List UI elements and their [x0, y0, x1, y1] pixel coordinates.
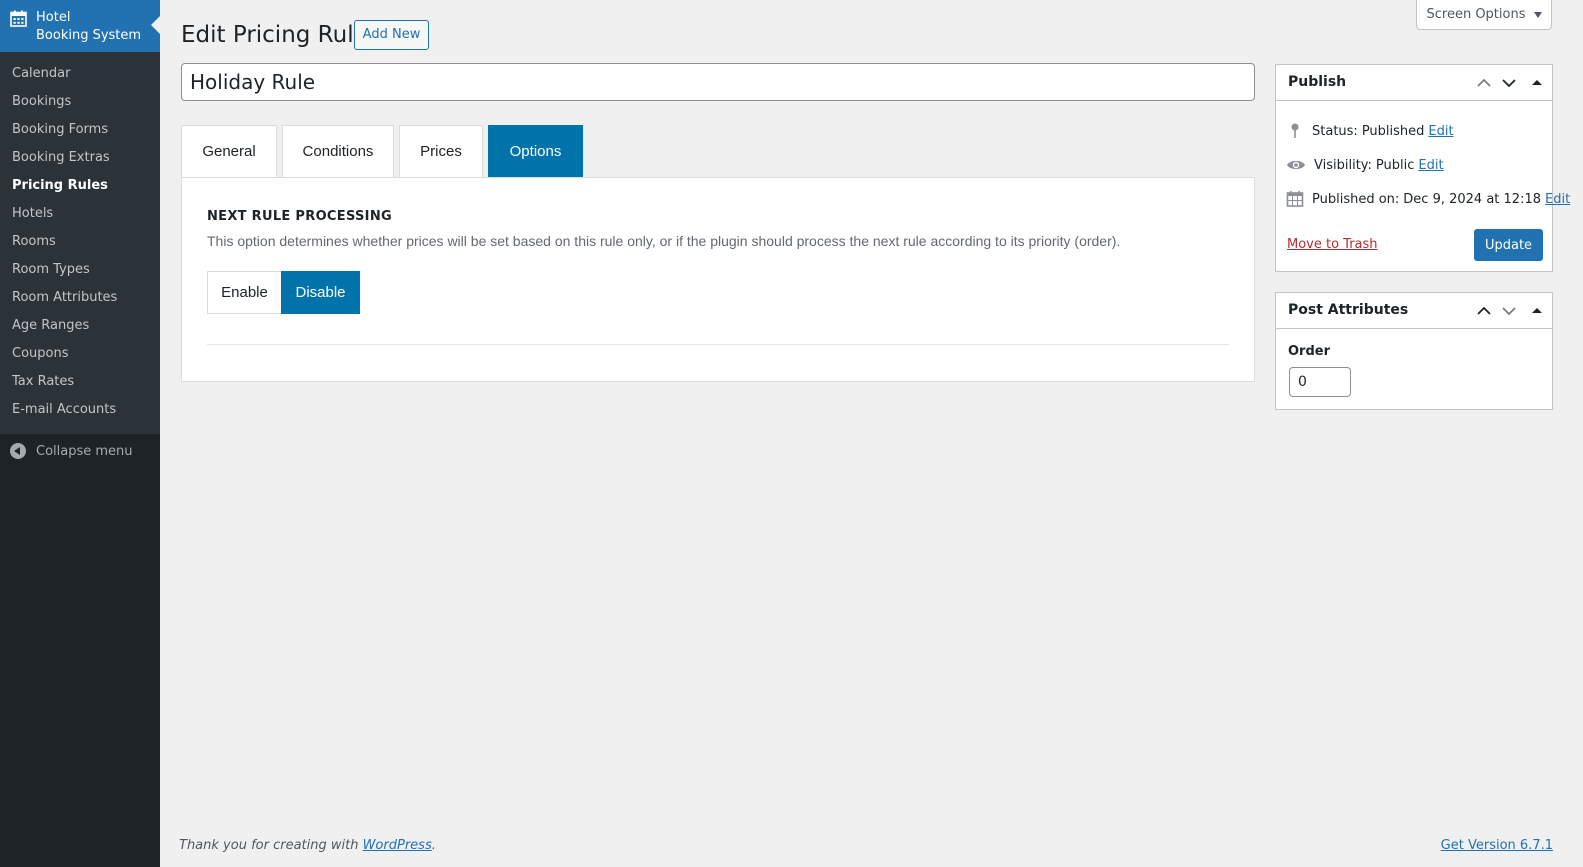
post-attributes-header: Post Attributes [1276, 293, 1552, 329]
move-up-icon[interactable] [1475, 302, 1493, 320]
toggle-panel-icon[interactable] [1528, 302, 1546, 320]
status-value: Published [1361, 123, 1425, 139]
footer-thanks-suffix: . [431, 838, 436, 853]
sidebar-plugin-menu[interactable]: Hotel Booking System [0, 0, 160, 52]
sidebar-item-age-ranges[interactable]: Age Ranges [12, 316, 89, 336]
sidebar-submenu: Calendar Bookings Booking Forms Booking … [0, 52, 160, 434]
wordpress-link[interactable]: WordPress [363, 838, 432, 853]
tab-general[interactable]: General [181, 125, 277, 177]
post-title-input[interactable] [181, 63, 1255, 101]
sidebar-item-hotels[interactable]: Hotels [12, 204, 53, 224]
move-down-icon[interactable] [1500, 74, 1518, 92]
section-title: NEXT RULE PROCESSING [207, 209, 392, 224]
edit-date-link[interactable]: Edit [1545, 192, 1570, 207]
move-up-icon[interactable] [1475, 74, 1493, 92]
screen-options-label: Screen Options [1426, 7, 1526, 22]
sidebar-item-email-accounts[interactable]: E-mail Accounts [12, 400, 116, 420]
collapse-menu-button[interactable]: Collapse menu [10, 441, 133, 461]
visibility-row: Visibility: Public Edit [1286, 155, 1444, 175]
sidebar-item-room-types[interactable]: Room Types [12, 260, 90, 280]
options-tab-panel: NEXT RULE PROCESSING This option determi… [181, 177, 1255, 382]
current-menu-arrow [151, 16, 160, 34]
status-label: Status: [1312, 123, 1358, 139]
page-title: Edit Pricing Rule [181, 22, 368, 48]
published-on-label: Published on: [1312, 191, 1400, 207]
add-new-button[interactable]: Add New [354, 20, 429, 50]
enable-toggle[interactable]: Enable [207, 271, 282, 314]
footer-thanks: Thank you for creating with WordPress. [179, 838, 436, 853]
order-input[interactable] [1289, 367, 1351, 397]
status-row: Status: Published Edit [1286, 121, 1454, 141]
edit-status-link[interactable]: Edit [1428, 124, 1453, 139]
eye-icon [1287, 160, 1305, 170]
tab-prices[interactable]: Prices [399, 125, 483, 177]
visibility-label: Visibility: [1314, 157, 1372, 173]
caret-down-icon [1533, 11, 1542, 18]
footer-thanks-prefix: Thank you for creating with [179, 838, 363, 853]
update-button[interactable]: Update [1474, 229, 1543, 261]
sidebar-item-tax-rates[interactable]: Tax Rates [12, 372, 74, 392]
calendar-icon [10, 10, 27, 27]
published-on-value: Dec 9, 2024 at 12:18 [1403, 191, 1541, 207]
publish-box: Publish Status: Published Edit Visibilit… [1275, 64, 1570, 272]
order-label: Order [1288, 344, 1330, 359]
publish-box-header: Publish [1276, 65, 1552, 101]
sidebar-item-pricing-rules[interactable]: Pricing Rules [12, 176, 108, 196]
edit-visibility-link[interactable]: Edit [1418, 158, 1443, 173]
plugin-title-line1: Hotel [36, 10, 71, 25]
published-on-row: Published on: Dec 9, 2024 at 12:18 Edit [1286, 189, 1570, 209]
move-down-icon[interactable] [1500, 302, 1518, 320]
sidebar-item-coupons[interactable]: Coupons [12, 344, 69, 364]
sidebar-item-booking-forms[interactable]: Booking Forms [12, 120, 108, 140]
tab-conditions[interactable]: Conditions [282, 125, 394, 177]
plugin-menu-label: Hotel Booking System [36, 9, 156, 45]
visibility-value: Public [1375, 157, 1415, 173]
sidebar-item-booking-extras[interactable]: Booking Extras [12, 148, 110, 168]
admin-sidebar: Hotel Booking System Calendar Bookings B… [0, 0, 160, 867]
sidebar-item-rooms[interactable]: Rooms [12, 232, 56, 252]
section-divider [207, 344, 1229, 345]
sidebar-item-room-attributes[interactable]: Room Attributes [12, 288, 117, 308]
section-description: This option determines whether prices wi… [207, 233, 1121, 249]
pin-icon [1291, 123, 1299, 138]
move-to-trash-link[interactable]: Move to Trash [1287, 237, 1378, 252]
sidebar-item-bookings[interactable]: Bookings [12, 92, 71, 112]
publish-box-title: Publish [1288, 74, 1347, 90]
disable-toggle[interactable]: Disable [281, 271, 360, 314]
sidebar-item-calendar[interactable]: Calendar [12, 64, 70, 84]
toggle-panel-icon[interactable] [1528, 74, 1546, 92]
screen-options-button[interactable]: Screen Options [1416, 0, 1552, 30]
get-version-link[interactable]: Get Version 6.7.1 [1441, 838, 1553, 853]
post-attributes-box: Post Attributes Order [1275, 292, 1553, 410]
tab-options[interactable]: Options [488, 125, 583, 177]
calendar-icon [1286, 191, 1304, 207]
collapse-menu-label: Collapse menu [36, 443, 133, 459]
post-attributes-title: Post Attributes [1288, 302, 1409, 318]
collapse-arrow-icon [10, 443, 26, 459]
plugin-title-line2: Booking System [36, 28, 142, 43]
